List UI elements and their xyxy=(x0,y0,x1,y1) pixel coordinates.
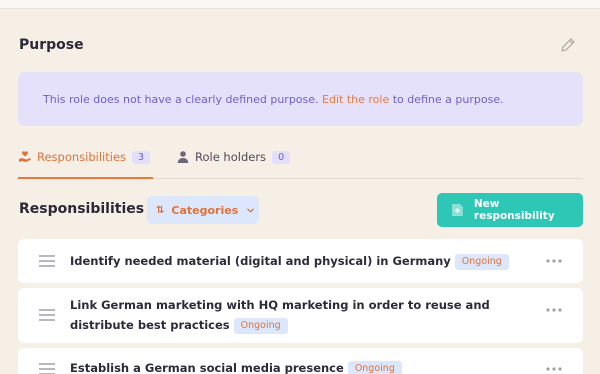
sort-icon: ⇅ xyxy=(156,204,165,216)
responsibility-title[interactable]: Link German marketing with HQ marketing … xyxy=(70,295,515,335)
tab-responsibilities-label: Responsibilities xyxy=(37,150,127,164)
drag-handle-icon[interactable] xyxy=(39,363,55,374)
role-tabs: Responsibilities 3 Role holders 0 xyxy=(18,146,583,179)
new-responsibility-label: New responsibility xyxy=(473,198,555,222)
active-tab-underline xyxy=(18,177,153,179)
purpose-message-end: to define a purpose. xyxy=(389,93,504,106)
responsibility-row[interactable]: Establish a German social media presence… xyxy=(18,348,583,374)
tab-role-holders-count: 0 xyxy=(272,150,291,164)
edit-role-link[interactable]: Edit the role xyxy=(322,93,389,106)
hand-heart-icon xyxy=(19,151,31,162)
drag-handle-icon[interactable] xyxy=(39,255,55,267)
status-badge: Ongoing xyxy=(347,361,402,374)
responsibility-title[interactable]: Identify needed material (digital and ph… xyxy=(70,251,515,271)
add-document-icon xyxy=(451,204,463,216)
responsibility-title[interactable]: Establish a German social media presence… xyxy=(70,358,515,374)
status-badge: Ongoing xyxy=(454,254,509,270)
responsibility-row[interactable]: Identify needed material (digital and ph… xyxy=(18,239,583,283)
chevron-down-icon xyxy=(247,208,255,212)
categories-dropdown[interactable]: ⇅ Categories xyxy=(147,196,259,224)
responsibility-title-text: Identify needed material (digital and ph… xyxy=(70,254,451,268)
more-options-icon[interactable] xyxy=(545,366,563,372)
more-options-icon[interactable] xyxy=(545,258,563,264)
pencil-icon[interactable] xyxy=(558,35,578,55)
categories-label: Categories xyxy=(171,203,239,217)
responsibility-title-text: Establish a German social media presence xyxy=(70,361,344,374)
tab-role-holders-label: Role holders xyxy=(195,150,267,164)
purpose-title: Purpose xyxy=(19,37,84,53)
responsibility-row[interactable]: Link German marketing with HQ marketing … xyxy=(18,288,583,343)
more-options-icon[interactable] xyxy=(545,307,563,313)
tab-responsibilities-count: 3 xyxy=(132,150,151,164)
status-badge: Ongoing xyxy=(233,318,288,334)
responsibilities-heading: Responsibilities3 xyxy=(19,201,156,217)
purpose-message-start: This role does not have a clearly define… xyxy=(43,93,323,106)
drag-handle-icon[interactable] xyxy=(39,309,55,321)
new-responsibility-button[interactable]: New responsibility xyxy=(437,193,583,227)
purpose-message: This role does not have a clearly define… xyxy=(43,93,504,106)
responsibilities-heading-label: Responsibilities xyxy=(19,201,145,217)
tab-role-holders[interactable]: Role holders 0 xyxy=(176,150,291,164)
top-strip xyxy=(0,0,600,9)
person-icon xyxy=(177,151,189,163)
tab-responsibilities[interactable]: Responsibilities 3 xyxy=(18,150,151,164)
purpose-notice: This role does not have a clearly define… xyxy=(18,72,583,126)
